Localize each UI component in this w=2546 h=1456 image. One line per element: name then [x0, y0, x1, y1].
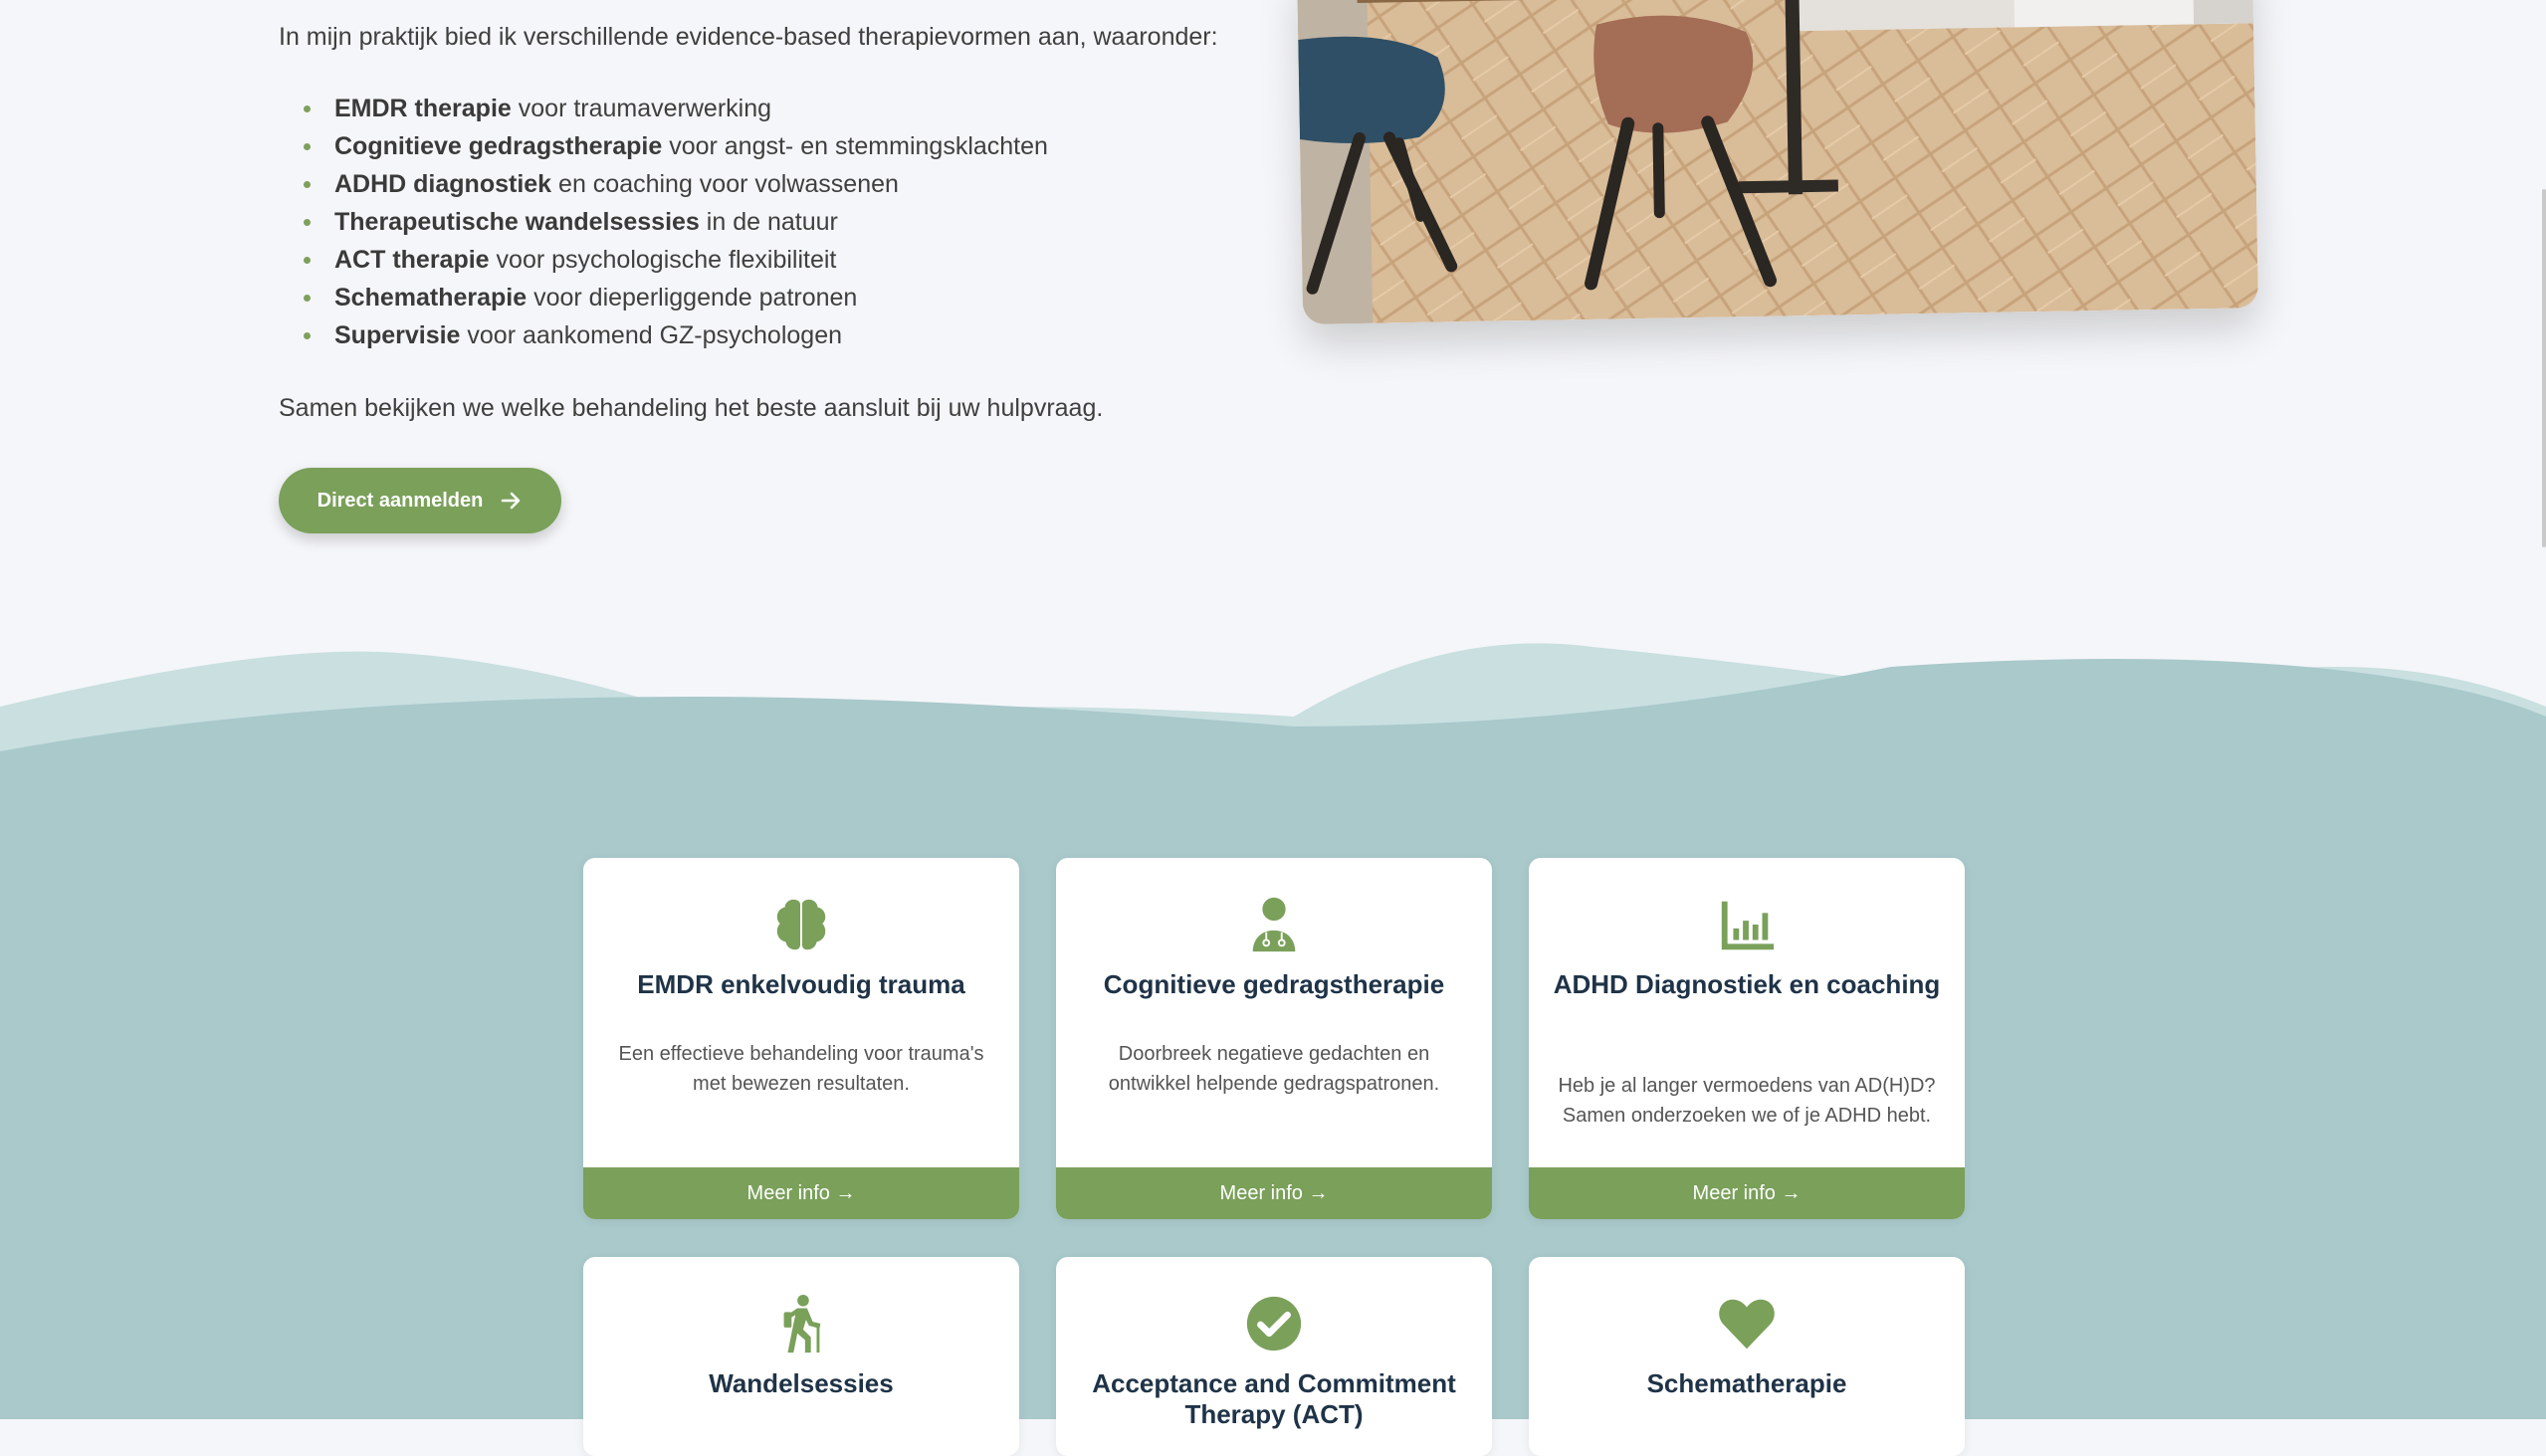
bullet-icon [304, 219, 311, 226]
therapy-list: EMDR therapie voor traumaverwerking Cogn… [301, 90, 1048, 354]
intro-text: In mijn praktijk bied ik verschillende e… [279, 18, 1274, 56]
check-circle-icon [1246, 1296, 1302, 1352]
therapy-name: ADHD diagnostiek [334, 170, 552, 198]
heart-icon [1719, 1299, 1775, 1350]
meer-info-link[interactable]: Meer info → [1529, 1167, 1965, 1219]
scrollbar[interactable] [2542, 189, 2546, 547]
bullet-icon [304, 105, 311, 112]
card-description: Heb je al langer vermoedens van AD(H)D? … [1558, 1075, 1936, 1127]
cta-label: Direct aanmelden [317, 489, 484, 512]
service-card-wandelsessies: Wandelsessies [583, 1257, 1019, 1456]
bullet-icon [304, 295, 311, 302]
therapy-desc: voor traumaverwerking [511, 95, 772, 122]
office-photo [1297, 0, 2259, 324]
list-item: Supervisie voor aankomend GZ-psychologen [301, 316, 1048, 354]
therapy-name: Schematherapie [334, 284, 528, 312]
therapy-name: Cognitieve gedragstherapie [334, 132, 663, 160]
card-title: ADHD Diagnostiek en coaching [1553, 969, 1941, 999]
list-item: EMDR therapie voor traumaverwerking [301, 90, 1048, 127]
therapy-desc: voor aankomend GZ-psychologen [460, 321, 842, 349]
therapy-desc: in de natuur [699, 208, 838, 236]
list-item: Cognitieve gedragstherapie voor angst- e… [301, 127, 1048, 165]
direct-aanmelden-button[interactable]: Direct aanmelden [279, 468, 561, 533]
list-item: ADHD diagnostiek en coaching voor volwas… [301, 165, 1048, 203]
list-item: Therapeutische wandelsessies in de natuu… [301, 203, 1048, 241]
card-description: Doorbreek negatieve gedachten en ontwikk… [1108, 1043, 1440, 1095]
card-description: Een effectieve behandeling voor trauma's… [618, 1043, 984, 1095]
bullet-icon [304, 332, 311, 339]
therapy-desc: voor psychologische flexibiliteit [489, 246, 837, 274]
bullet-icon [304, 143, 311, 150]
therapy-name: EMDR therapie [334, 95, 512, 122]
card-title: Schematherapie [1646, 1368, 1847, 1398]
list-item: Schematherapie voor dieperliggende patro… [301, 279, 1048, 316]
service-card-adhd: ADHD Diagnostiek en coaching Heb je al l… [1529, 858, 1965, 1219]
card-title: Cognitieve gedragstherapie [1103, 969, 1445, 999]
service-card-act: Acceptance and Commitment Therapy (ACT) [1056, 1257, 1492, 1456]
meer-info-link[interactable]: Meer info → [1056, 1167, 1492, 1219]
therapy-name: Supervisie [334, 321, 461, 349]
bar-chart-icon [1721, 901, 1775, 950]
brain-icon [776, 899, 826, 950]
bullet-icon [304, 181, 311, 188]
therapy-desc: en coaching voor volwassenen [551, 170, 899, 198]
wave-divider [0, 643, 2546, 776]
outro-text: Samen bekijken we welke behandeling het … [279, 394, 1104, 422]
therapy-name: Therapeutische wandelsessies [334, 208, 700, 236]
list-item: ACT therapie voor psychologische flexibi… [301, 241, 1048, 279]
hiking-icon [783, 1294, 821, 1353]
meer-info-link[interactable]: Meer info → [583, 1167, 1019, 1219]
bullet-icon [304, 257, 311, 264]
therapy-desc: voor angst- en stemmingsklachten [662, 132, 1048, 160]
card-title: EMDR enkelvoudig trauma [637, 969, 965, 999]
therapy-name: ACT therapie [334, 246, 490, 274]
card-title: Acceptance and Commitment Therapy (ACT) [1092, 1368, 1456, 1429]
intro-paragraph: In mijn praktijk bied ik verschillende e… [279, 23, 1218, 51]
service-card-emdr: EMDR enkelvoudig trauma Een effectieve b… [583, 858, 1019, 1219]
arrow-right-icon [502, 492, 521, 510]
service-card-schematherapie: Schematherapie [1529, 1257, 1965, 1456]
service-card-cgt: Cognitieve gedragstherapie Doorbreek neg… [1056, 858, 1492, 1219]
therapy-desc: voor dieperliggende patronen [527, 284, 858, 312]
card-title: Wandelsessies [709, 1368, 894, 1398]
doctor-icon [1252, 897, 1296, 952]
